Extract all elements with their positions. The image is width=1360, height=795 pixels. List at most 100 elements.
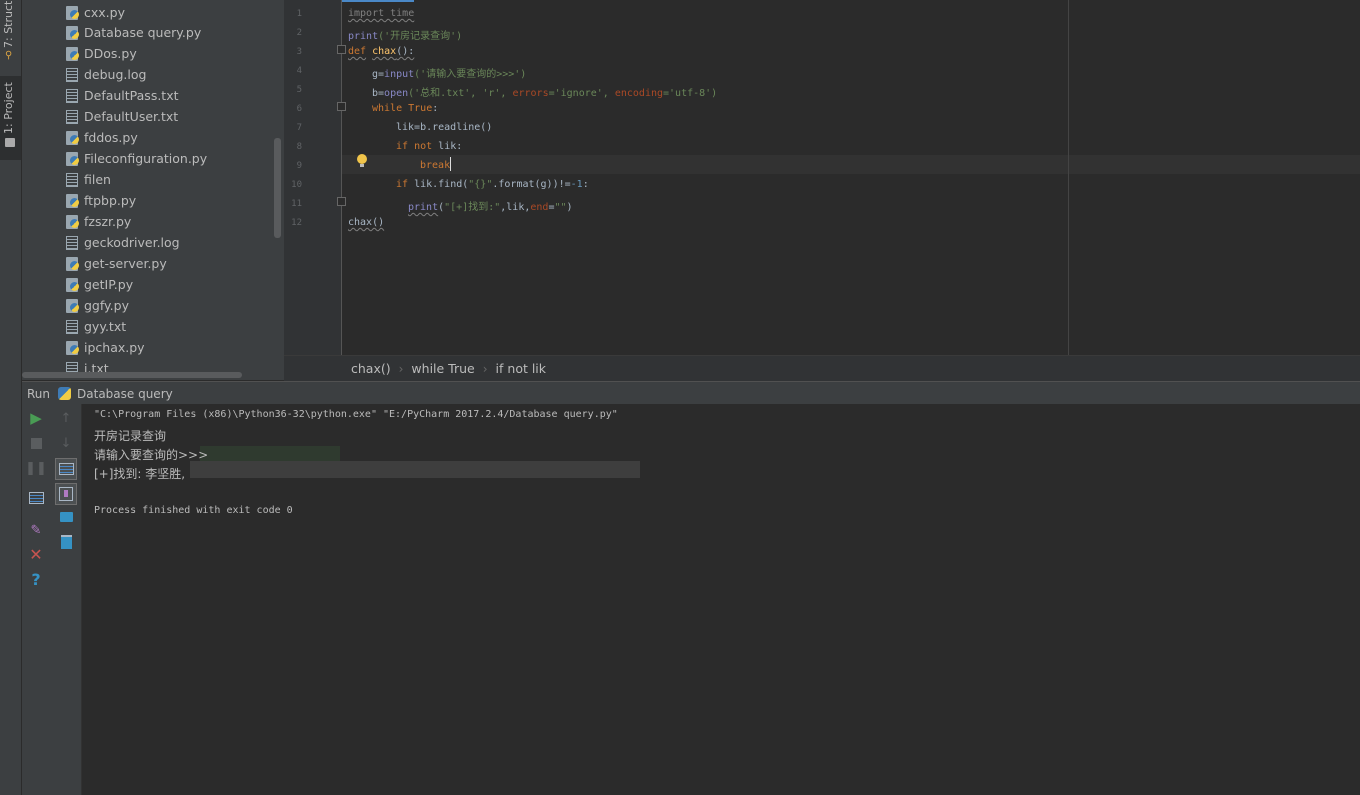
tree-item-file[interactable]: Database query.py [66, 22, 201, 43]
project-horizontal-scrollbar[interactable] [22, 372, 242, 378]
tree-item-file[interactable]: fzszr.py [66, 211, 131, 232]
tree-item-label: DDos.py [84, 46, 137, 61]
fold-marker-while[interactable] [337, 102, 346, 111]
tree-item-label: fzszr.py [84, 214, 132, 229]
code-token: : [582, 179, 589, 190]
code-token: ('总和.txt', [408, 88, 477, 99]
code-token: while [372, 103, 403, 114]
arrow-up-icon[interactable]: ↑ [58, 410, 74, 426]
close-icon[interactable]: ✕ [28, 545, 44, 564]
code-token: "{}" [468, 179, 493, 190]
code-editor[interactable] [284, 0, 1360, 355]
rerun-icon[interactable]: ▶ [28, 409, 44, 427]
code-token: "" [554, 202, 567, 213]
tree-item-file[interactable]: filen [66, 169, 111, 190]
code-line-2: print('开房记录查询') [348, 27, 462, 42]
code-line-11: print("[+]找到:",lik,end="") [408, 198, 573, 213]
code-line-3: def chax(): [348, 46, 414, 57]
tool-window-strip: 7: Structure ⚲ 1: Project [0, 0, 22, 795]
tree-item-label: ftpbp.py [84, 193, 137, 208]
line-number: 7 [296, 123, 302, 133]
python-file-icon [66, 193, 79, 208]
code-token: end [530, 202, 549, 213]
tree-item-file[interactable]: getIP.py [66, 274, 133, 295]
tree-item-label: getIP.py [84, 277, 134, 292]
line-number: 3 [296, 47, 302, 57]
tree-item-label: DefaultUser.txt [84, 109, 179, 124]
tree-item-label: fddos.py [84, 130, 138, 145]
code-token: print [348, 31, 379, 42]
code-token: ) [566, 202, 573, 213]
tree-item-file[interactable]: fddos.py [66, 127, 138, 148]
python-file-icon [66, 25, 79, 40]
code-line-7: lik=b.readline() [396, 122, 492, 133]
python-file-icon [66, 46, 79, 61]
code-token: True [408, 103, 433, 114]
tree-item-file[interactable]: cxx.py [66, 2, 125, 23]
code-token: not [414, 141, 433, 152]
trash-icon[interactable] [58, 534, 74, 550]
code-token: open [384, 88, 409, 99]
tree-item-file[interactable]: ftpbp.py [66, 190, 136, 211]
python-file-icon [66, 277, 79, 292]
code-token: .format(g))!= [492, 179, 571, 190]
text-caret [450, 157, 451, 171]
pin-tab-icon[interactable]: ✎ [28, 522, 44, 538]
tree-item-file[interactable]: DDos.py [66, 43, 137, 64]
scroll-to-end-icon[interactable] [55, 483, 77, 505]
code-token: ='utf-8') [663, 88, 718, 99]
code-line-1: import time [348, 8, 414, 19]
code-token: : [432, 103, 439, 114]
pause-icon[interactable]: ❚❚ [25, 460, 47, 476]
tree-item-file[interactable]: DefaultUser.txt [66, 106, 178, 127]
soft-wrap-icon[interactable] [55, 458, 77, 480]
code-token: if [396, 179, 409, 190]
help-icon[interactable]: ? [28, 570, 44, 589]
tree-item-file[interactable]: Fileconfiguration.py [66, 148, 207, 169]
project-vertical-scrollbar[interactable] [274, 138, 281, 238]
current-line-highlight [342, 155, 1360, 174]
tree-item-file[interactable]: ipchax.py [66, 337, 145, 358]
intention-bulb-icon[interactable] [357, 154, 367, 167]
run-label: Run [27, 386, 51, 401]
fold-marker-def[interactable] [337, 45, 346, 54]
code-line-5: b=open('总和.txt', 'r', errors='ignore', e… [372, 84, 717, 99]
tree-item-label: cxx.py [84, 5, 125, 20]
arrow-down-icon[interactable]: ↓ [58, 435, 74, 451]
code-token: if [396, 141, 409, 152]
tab-structure[interactable]: 7: Structure ⚲ [0, 0, 21, 64]
code-token: (): [396, 46, 415, 57]
tree-item-label: geckodriver.log [84, 235, 180, 250]
python-icon [58, 387, 72, 400]
print-icon[interactable] [58, 509, 74, 525]
tree-item-file[interactable]: debug.log [66, 64, 146, 85]
code-token: g= [372, 69, 385, 80]
python-file-icon [66, 298, 79, 313]
python-file-icon [66, 256, 79, 271]
tree-item-label: filen [84, 172, 111, 187]
breadcrumb-item-if[interactable]: if not lik [496, 361, 546, 376]
code-token: 'r', [482, 88, 507, 99]
tree-item-file[interactable]: geckodriver.log [66, 232, 180, 253]
python-file-icon [66, 151, 79, 166]
code-line-10: if lik.find("{}".format(g))!=-1: [396, 179, 589, 190]
tab-project[interactable]: 1: Project [0, 76, 21, 160]
code-token: ('开房记录查询') [378, 31, 463, 42]
tree-item-file[interactable]: get-server.py [66, 253, 167, 274]
text-file-icon [66, 109, 78, 124]
tree-item-file[interactable]: gyy.txt [66, 316, 126, 337]
run-config-name[interactable]: Database query [77, 387, 173, 401]
tree-item-file[interactable]: ggfy.py [66, 295, 129, 316]
restore-layout-icon[interactable] [28, 490, 44, 506]
code-line-9: break [420, 160, 450, 171]
chevron-right-icon: › [482, 361, 488, 376]
breadcrumb-item-chax[interactable]: chax() [351, 361, 391, 376]
tree-item-file[interactable]: DefaultPass.txt [66, 85, 179, 106]
fold-marker-if[interactable] [337, 197, 346, 206]
project-tree: cxx.py Database query.py DDos.py debug.log D… [22, 0, 284, 380]
stop-icon[interactable] [28, 435, 44, 451]
code-token: -1 [570, 179, 583, 190]
line-number: 2 [296, 28, 302, 38]
console-line-title: 开房记录查询 [94, 429, 167, 443]
breadcrumb-item-while[interactable]: while True [411, 361, 474, 376]
